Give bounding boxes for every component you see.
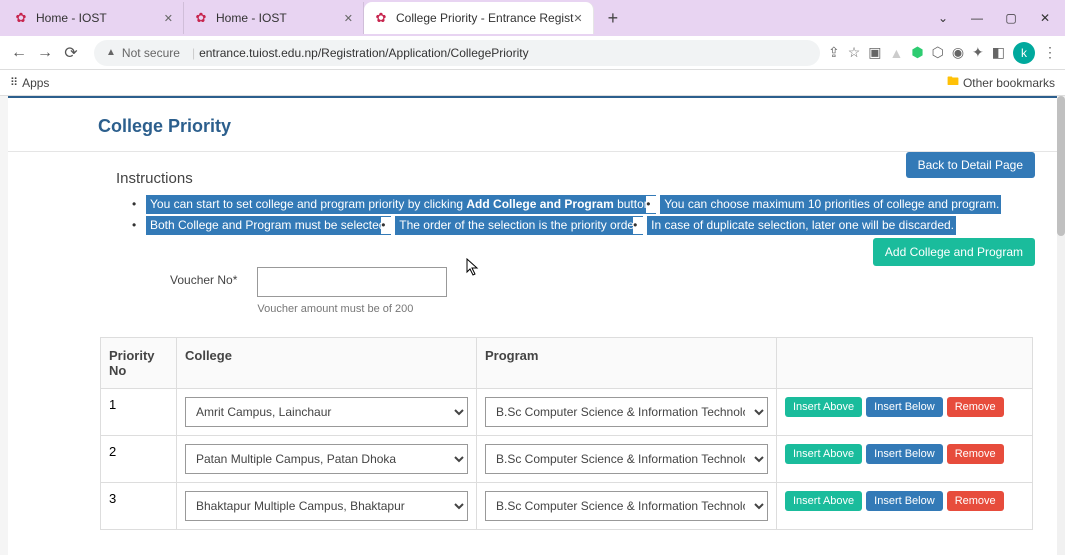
site-icon: ✿ [194, 11, 208, 25]
insert-below-button[interactable]: Insert Below [866, 491, 943, 511]
apps-label: Apps [22, 76, 49, 90]
ext-icon-1[interactable]: ▣ [868, 44, 881, 61]
instruction-item: Both College and Program must be selecte… [146, 216, 391, 235]
priority-no-cell: 1 [101, 388, 177, 435]
remove-button[interactable]: Remove [947, 491, 1004, 511]
tab-label: College Priority - Entrance Regist [396, 11, 573, 25]
instruction-item: The order of the selection is the priori… [395, 216, 642, 235]
page-wrapper: College Priority Back to Detail Page Ins… [0, 96, 1065, 555]
remove-button[interactable]: Remove [947, 444, 1004, 464]
menu-icon[interactable]: ⋮ [1043, 44, 1057, 61]
extensions-icon[interactable]: ✦ [972, 44, 984, 61]
close-icon[interactable]: ✕ [1031, 11, 1059, 25]
url-text: entrance.tuiost.edu.np/Registration/Appl… [199, 46, 529, 60]
program-select[interactable]: B.Sc Computer Science & Information Tech… [485, 397, 768, 427]
other-bookmarks-label: Other bookmarks [963, 76, 1055, 90]
tab-label: Home - IOST [216, 11, 287, 25]
apps-grid-icon: ⠿ [10, 76, 18, 89]
college-select[interactable]: Amrit Campus, Lainchaur [185, 397, 468, 427]
shield-icon[interactable]: ⬢ [911, 44, 923, 61]
address-bar: ← → ⟳ ▲ Not secure | entrance.tuiost.edu… [0, 36, 1065, 70]
voucher-label: Voucher No* [170, 267, 237, 287]
insert-below-button[interactable]: Insert Below [866, 397, 943, 417]
voucher-help-text: Voucher amount must be of 200 [257, 303, 447, 315]
tab-close-icon[interactable]: ✕ [344, 12, 353, 25]
add-college-program-button[interactable]: Add College and Program [873, 238, 1035, 266]
th-program: Program [477, 337, 777, 388]
insert-above-button[interactable]: Insert Above [785, 491, 862, 511]
instructions-heading: Instructions [116, 170, 1035, 187]
addr-separator: | [192, 46, 195, 60]
table-row: 2 Patan Multiple Campus, Patan Dhoka B.S… [101, 435, 1033, 482]
ext-icon-3[interactable]: ⬡ [932, 44, 944, 61]
star-icon[interactable]: ☆ [848, 44, 861, 61]
priority-no-cell: 2 [101, 435, 177, 482]
back-nav-button[interactable]: ← [8, 42, 30, 64]
voucher-row: Voucher No* Voucher amount must be of 20… [170, 267, 1035, 315]
new-tab-button[interactable]: + [600, 8, 627, 29]
other-bookmarks-button[interactable]: 🖿 Other bookmarks [947, 72, 1055, 93]
camera-icon[interactable]: ◉ [952, 44, 964, 61]
window-controls: ⌄ — ▢ ✕ [929, 11, 1065, 25]
folder-icon: 🖿 [947, 72, 959, 93]
remove-button[interactable]: Remove [947, 397, 1004, 417]
insert-above-button[interactable]: Insert Above [785, 397, 862, 417]
back-to-detail-button[interactable]: Back to Detail Page [906, 152, 1035, 178]
panel-icon[interactable]: ◧ [992, 44, 1005, 61]
browser-tab-1[interactable]: ✿ Home - IOST ✕ [184, 2, 364, 34]
tab-close-icon[interactable]: ✕ [573, 12, 582, 25]
insert-below-button[interactable]: Insert Below [866, 444, 943, 464]
tab-label: Home - IOST [36, 11, 107, 25]
scrollbar-track[interactable] [1057, 96, 1065, 555]
instruction-item: You can start to set college and program… [146, 195, 656, 214]
th-actions [777, 337, 1033, 388]
table-row: 3 Bhaktapur Multiple Campus, Bhaktapur B… [101, 482, 1033, 529]
insert-above-button[interactable]: Insert Above [785, 444, 862, 464]
scrollbar-thumb[interactable] [1057, 96, 1065, 236]
th-college: College [177, 337, 477, 388]
college-select[interactable]: Bhaktapur Multiple Campus, Bhaktapur [185, 491, 468, 521]
reload-button[interactable]: ⟳ [60, 42, 82, 64]
college-select[interactable]: Patan Multiple Campus, Patan Dhoka [185, 444, 468, 474]
forward-nav-button[interactable]: → [34, 42, 56, 64]
apps-button[interactable]: ⠿ Apps [10, 76, 49, 90]
tab-close-icon[interactable]: ✕ [164, 12, 173, 25]
page-title: College Priority [8, 116, 1065, 152]
browser-tab-bar: ✿ Home - IOST ✕ ✿ Home - IOST ✕ ✿ Colleg… [0, 0, 1065, 36]
page-content: College Priority Back to Detail Page Ins… [8, 96, 1065, 555]
instruction-item: In case of duplicate selection, later on… [647, 216, 956, 235]
warning-icon: ▲ [106, 47, 116, 58]
priority-table: Priority No College Program 1 Amrit Camp… [100, 337, 1033, 530]
not-secure-label: Not secure [122, 46, 180, 60]
profile-avatar[interactable]: k [1013, 42, 1035, 64]
program-select[interactable]: B.Sc Computer Science & Information Tech… [485, 444, 768, 474]
th-priority: Priority No [101, 337, 177, 388]
left-gutter [0, 96, 8, 555]
program-select[interactable]: B.Sc Computer Science & Information Tech… [485, 491, 768, 521]
voucher-input[interactable] [257, 267, 447, 297]
extension-icons: ⇪ ☆ ▣ ▲ ⬢ ⬡ ◉ ✦ ◧ k ⋮ [828, 42, 1057, 64]
share-icon[interactable]: ⇪ [828, 44, 840, 61]
chevron-down-icon[interactable]: ⌄ [929, 11, 957, 25]
address-input[interactable]: ▲ Not secure | entrance.tuiost.edu.np/Re… [94, 40, 820, 66]
instruction-item: You can choose maximum 10 priorities of … [660, 195, 1001, 214]
site-icon: ✿ [14, 11, 28, 25]
bookmarks-bar: ⠿ Apps 🖿 Other bookmarks [0, 70, 1065, 96]
priority-no-cell: 3 [101, 482, 177, 529]
browser-tab-2-active[interactable]: ✿ College Priority - Entrance Regist ✕ [364, 2, 594, 34]
site-icon: ✿ [374, 11, 388, 25]
ext-icon-2[interactable]: ▲ [889, 45, 903, 61]
minimize-icon[interactable]: — [963, 11, 991, 25]
maximize-icon[interactable]: ▢ [997, 11, 1025, 25]
table-row: 1 Amrit Campus, Lainchaur B.Sc Computer … [101, 388, 1033, 435]
instructions-list: You can start to set college and program… [116, 195, 1035, 237]
browser-tab-0[interactable]: ✿ Home - IOST ✕ [4, 2, 184, 34]
